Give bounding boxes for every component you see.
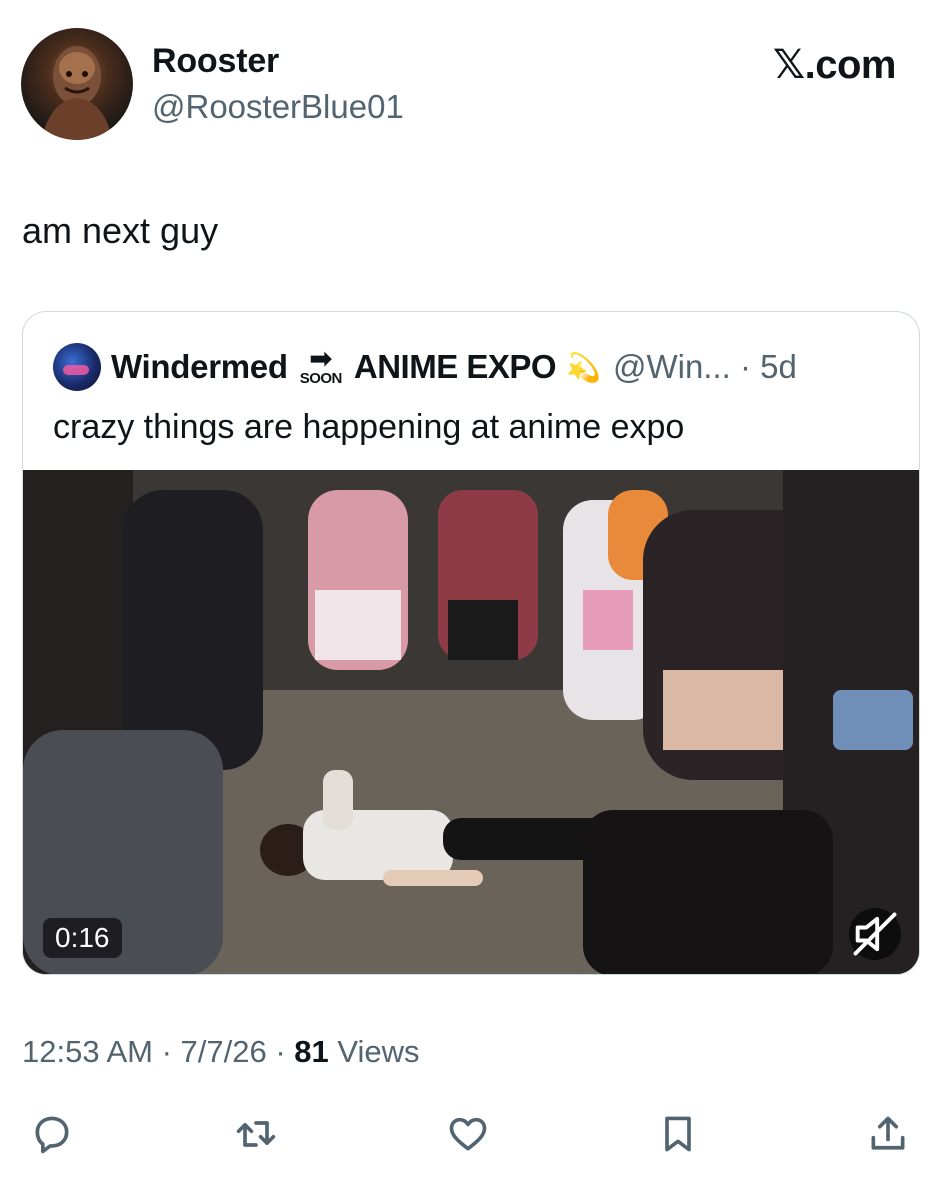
like-icon: [449, 1117, 487, 1151]
quoted-post-header: Windermed ➡ SOON ANIME EXPO 💫 @Win... · …: [53, 342, 797, 392]
video-player[interactable]: 0:16: [23, 470, 919, 974]
post-timestamp[interactable]: 12:53 AM · 7/7/26 ·: [22, 1034, 294, 1069]
views-count: 81: [294, 1034, 329, 1069]
arrow-right-icon: ➡: [309, 343, 333, 374]
video-frame: [23, 470, 919, 974]
dizzy-emoji-icon: 💫: [566, 351, 601, 383]
quoted-author-name[interactable]: Windermed: [111, 348, 288, 386]
share-icon: [871, 1116, 905, 1150]
author-avatar[interactable]: [21, 28, 133, 140]
views-label: Views: [328, 1034, 420, 1069]
share-button[interactable]: [862, 1108, 914, 1160]
soon-label: SOON: [299, 370, 343, 387]
quoted-author-name-suffix[interactable]: ANIME EXPO: [354, 348, 557, 386]
quoted-author-avatar[interactable]: [53, 343, 101, 391]
post-meta: 12:53 AM · 7/7/26 · 81 Views: [22, 1034, 420, 1070]
like-button[interactable]: [442, 1108, 494, 1160]
action-bar: [22, 1108, 920, 1160]
video-duration: 0:16: [43, 918, 122, 958]
repost-button[interactable]: [230, 1108, 282, 1160]
quoted-post-text: crazy things are happening at anime expo: [53, 408, 685, 446]
author-display-name[interactable]: Rooster: [152, 42, 279, 81]
post-text: am next guy: [22, 210, 219, 251]
quoted-handle-time[interactable]: @Win... · 5d: [613, 348, 797, 386]
quoted-post-card[interactable]: Windermed ➡ SOON ANIME EXPO 💫 @Win... · …: [22, 311, 920, 975]
soon-badge: ➡ SOON: [299, 343, 343, 387]
speaker-muted-icon: [853, 912, 897, 956]
reply-button[interactable]: [26, 1108, 78, 1160]
brand-logo: 𝕏.com: [772, 43, 897, 87]
author-handle[interactable]: @RoosterBlue01: [152, 88, 404, 126]
reply-icon: [35, 1116, 69, 1154]
bookmark-icon: [665, 1116, 691, 1152]
repost-icon: [236, 1121, 276, 1147]
mute-button[interactable]: [849, 908, 901, 960]
bookmark-button[interactable]: [652, 1108, 704, 1160]
